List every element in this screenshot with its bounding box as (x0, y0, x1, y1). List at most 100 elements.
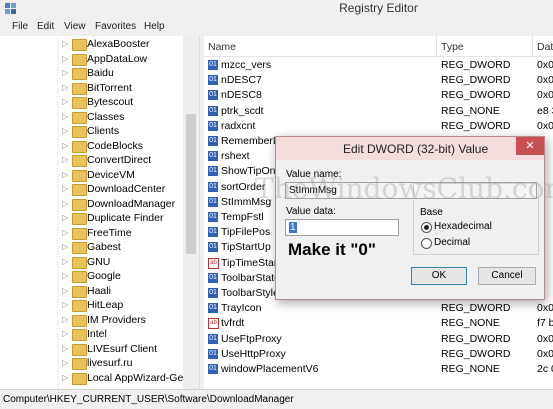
tree-item-label: Classes (87, 110, 125, 123)
expand-arrow-icon[interactable]: ▷ (62, 344, 68, 353)
column-type-header[interactable]: Type (441, 41, 464, 53)
status-bar: Computer\HKEY_CURRENT_USER\Software\Down… (0, 389, 553, 409)
expand-arrow-icon[interactable]: ▷ (62, 141, 68, 150)
tree-item-label: BitTorrent (87, 81, 132, 94)
dword-icon: 01 (208, 212, 218, 222)
registry-tree[interactable]: ▷ AlexaBooster ▷ AppDataLow ▷ Baidu ▷ BitTorren… (0, 36, 199, 389)
folder-icon (72, 314, 87, 327)
cancel-button[interactable]: Cancel (478, 267, 536, 285)
menu-edit[interactable]: Edit (37, 21, 54, 32)
tree-item-label: DownloadManager (87, 197, 176, 210)
expand-arrow-icon[interactable]: ▷ (62, 213, 68, 222)
value-name-cell: UseFtpProxy (221, 332, 282, 345)
tree-item-label: Bytescout (87, 96, 134, 108)
value-type-cell: REG_DWORD (441, 302, 511, 315)
folder-icon (72, 213, 87, 225)
value-data-field[interactable]: 1 (285, 219, 399, 236)
tree-item-label: Baidu (87, 67, 114, 79)
expand-arrow-icon[interactable]: ▷ (62, 228, 68, 237)
value-name-cell: mzcc_vers (221, 59, 272, 71)
expand-arrow-icon[interactable]: ▷ (62, 286, 68, 295)
expand-arrow-icon[interactable]: ▷ (62, 184, 68, 193)
expand-arrow-icon[interactable]: ▷ (62, 300, 68, 309)
table-row[interactable]: 01 nDESC7 REG_DWORD 0x0 (204, 73, 553, 88)
value-name-cell: ShowTipOnF (221, 165, 282, 178)
decimal-radio[interactable] (421, 238, 432, 249)
expand-arrow-icon[interactable]: ▷ (62, 373, 68, 382)
folder-icon (72, 39, 87, 51)
menu-favorites[interactable]: Favorites (95, 21, 136, 32)
table-row[interactable]: 01windowPlacementV6 REG_NONE 2c 0 (204, 362, 553, 377)
dialog-close-button[interactable]: ✕ (516, 137, 544, 155)
folder-icon (72, 329, 87, 341)
menu-view[interactable]: View (64, 21, 86, 32)
expand-arrow-icon[interactable]: ▷ (62, 170, 68, 179)
expand-arrow-icon[interactable]: ▷ (62, 54, 68, 63)
expand-arrow-icon[interactable]: ▷ (62, 68, 68, 77)
table-row[interactable]: 01 UseHttpProxy REG_DWORD 0x0 (204, 347, 553, 362)
expand-arrow-icon[interactable]: ▷ (62, 39, 68, 48)
folder-icon (72, 82, 87, 95)
expand-arrow-icon[interactable]: ▷ (62, 112, 68, 121)
table-row[interactable]: 01 TrayIcon REG_DWORD 0x0 (204, 301, 553, 316)
expand-arrow-icon[interactable]: ▷ (62, 358, 68, 367)
dword-icon: 01 (208, 181, 218, 192)
value-name-cell: ptrk_scdt (221, 104, 264, 117)
expand-arrow-icon[interactable]: ▷ (62, 242, 68, 251)
column-name-header[interactable]: Name (208, 41, 236, 53)
dword-icon: 01 (208, 348, 218, 359)
tree-item-label: Duplicate Finder (87, 212, 164, 224)
dword-icon: 01 (208, 242, 218, 253)
tree-scrollbar[interactable] (183, 36, 199, 389)
expand-arrow-icon[interactable]: ▷ (62, 126, 68, 135)
value-name-cell: ToolbarState (221, 271, 280, 284)
menu-file[interactable]: File (12, 21, 28, 32)
ok-button[interactable]: OK (411, 267, 467, 285)
folder-icon (72, 372, 87, 385)
hexadecimal-radio[interactable] (421, 222, 432, 233)
value-name-cell: tvfrdt (221, 317, 245, 330)
expand-arrow-icon[interactable]: ▷ (62, 257, 68, 266)
folder-icon (72, 285, 87, 298)
table-row[interactable]: 01 mzcc_vers REG_DWORD 0x0 (204, 58, 553, 73)
menu-help[interactable]: Help (144, 21, 165, 32)
expand-arrow-icon[interactable]: ▷ (62, 315, 68, 324)
dword-icon: 01 (208, 105, 218, 116)
column-data-header[interactable]: Data (537, 41, 553, 53)
tree-item-label: Local AppWizard-Gene (87, 371, 195, 384)
value-name-cell: TipFilePos (221, 226, 271, 239)
value-name-cell: sortOrder (221, 180, 266, 193)
value-data-cell: 0x0 (537, 59, 553, 71)
folder-icon (72, 184, 87, 196)
tree-item-label: DownloadCenter (87, 183, 166, 195)
table-row[interactable]: 01 nDESC8 REG_DWORD 0x0 (204, 88, 553, 103)
edit-dword-dialog: Edit DWORD (32-bit) Value ✕ Value name: … (275, 136, 545, 300)
value-data-cell: 2c 0 (537, 363, 553, 375)
table-row[interactable]: 01 radxcnt REG_DWORD 0x0 (204, 119, 553, 134)
dword-icon: 01 (208, 151, 218, 162)
value-type-cell: REG_DWORD (441, 347, 511, 360)
expand-arrow-icon[interactable]: ▷ (62, 199, 68, 208)
value-data-label: Value data: (286, 206, 336, 217)
expand-arrow-icon[interactable]: ▷ (62, 83, 68, 92)
value-type-cell: REG_DWORD (441, 59, 511, 71)
value-type-cell: REG_DWORD (441, 119, 511, 132)
expand-arrow-icon[interactable]: ▷ (62, 271, 68, 280)
tree-scrollbar-thumb[interactable] (186, 114, 196, 254)
value-name-cell: TrayIcon (221, 302, 262, 315)
value-type-cell: REG_DWORD (441, 332, 511, 345)
folder-icon (72, 256, 87, 269)
table-row[interactable]: ab tvfrdt REG_NONE f7 b (204, 316, 553, 331)
tree-item-label: CodeBlocks (87, 139, 144, 152)
table-row[interactable]: 01 UseFtpProxy REG_DWORD 0x0 (204, 332, 553, 347)
value-data-text: 1 (289, 222, 297, 233)
value-name-cell: nDESC8 (221, 89, 262, 102)
table-row[interactable]: 01ptrk_scdt REG_NONE e8 3 (204, 104, 553, 119)
dword-icon: 01 (208, 288, 218, 298)
value-data-cell: 0x0 (537, 332, 553, 345)
folder-icon (72, 68, 87, 80)
tree-item-label: IM Providers (87, 313, 146, 326)
expand-arrow-icon[interactable]: ▷ (62, 329, 68, 338)
expand-arrow-icon[interactable]: ▷ (62, 155, 68, 164)
expand-arrow-icon[interactable]: ▷ (62, 97, 68, 106)
